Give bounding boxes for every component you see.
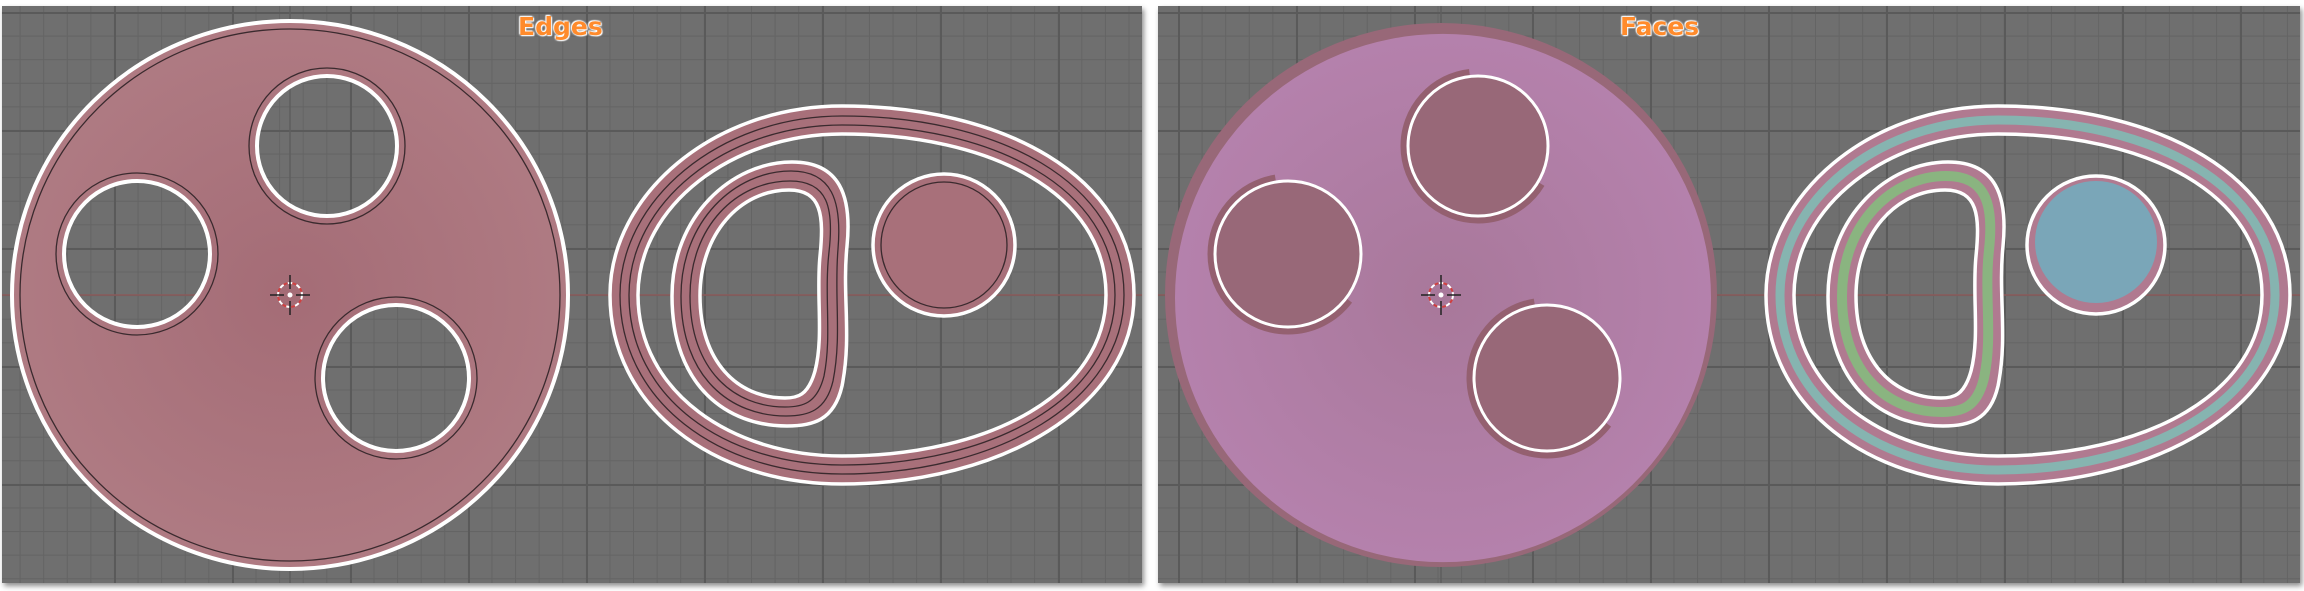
small-disc-face[interactable] xyxy=(2035,181,2157,303)
viewport-edges[interactable]: Edges xyxy=(2,6,1142,583)
bean-ring-face[interactable] xyxy=(670,160,850,428)
small-disc-face[interactable] xyxy=(871,172,1017,318)
mesh-edges-canvas[interactable] xyxy=(2,6,1142,583)
viewport-faces[interactable]: Faces xyxy=(1158,6,2300,583)
mesh-faces-canvas[interactable] xyxy=(1158,6,2300,583)
